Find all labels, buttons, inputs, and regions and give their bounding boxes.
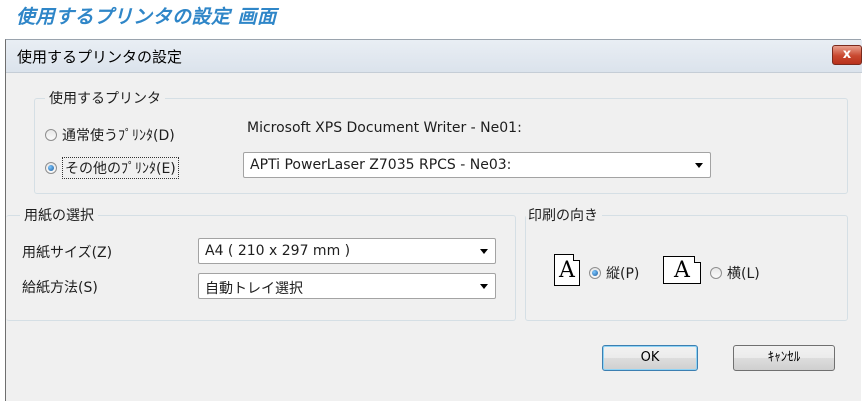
orientation-group-label: 印刷の向き bbox=[526, 205, 602, 225]
landscape-radio-label: 横(L) bbox=[727, 266, 760, 282]
chevron-down-icon bbox=[480, 284, 488, 289]
cancel-button[interactable]: ｷｬﾝｾﾙ bbox=[733, 345, 835, 371]
chevron-down-icon bbox=[695, 163, 703, 168]
printer-group: 使用するプリンタ 通常使うﾌﾟﾘﾝﾀ(D) Microsoft XPS Docu… bbox=[34, 88, 848, 194]
portrait-radio-button[interactable] bbox=[589, 267, 601, 279]
paper-feed-select-value: 自動トレイ選択 bbox=[205, 281, 303, 297]
paper-feed-select[interactable]: 自動トレイ選択 bbox=[198, 273, 496, 299]
orientation-group: 印刷の向き A 縦(P) A 横(L) bbox=[525, 205, 848, 321]
printer-group-label: 使用するプリンタ bbox=[45, 88, 165, 108]
paper-size-select-value: A4 ( 210 x 297 mm ) bbox=[205, 243, 351, 259]
other-printer-radio[interactable]: その他のﾌﾟﾘﾝﾀ(E) bbox=[45, 157, 179, 179]
paper-size-label: 用紙サイズ(Z) bbox=[22, 245, 113, 261]
page-caption: 使用するプリンタの設定 画面 bbox=[16, 6, 277, 28]
other-printer-radio-label: その他のﾌﾟﾘﾝﾀ(E) bbox=[62, 157, 179, 179]
landscape-radio-button[interactable] bbox=[710, 267, 722, 279]
landscape-radio[interactable]: 横(L) bbox=[710, 263, 760, 283]
landscape-icon-glyph: A bbox=[674, 258, 690, 283]
normal-printer-radio[interactable]: 通常使うﾌﾟﾘﾝﾀ(D) bbox=[45, 125, 175, 145]
paper-group: 用紙の選択 用紙サイズ(Z) A4 ( 210 x 297 mm ) 給紙方法(… bbox=[6, 205, 516, 321]
other-printer-select-value: APTi PowerLaser Z7035 RPCS - Ne03: bbox=[250, 157, 512, 173]
portrait-icon-glyph: A bbox=[559, 258, 575, 283]
normal-printer-radio-button[interactable] bbox=[45, 129, 57, 141]
close-button[interactable]: x bbox=[832, 45, 862, 65]
other-printer-select[interactable]: APTi PowerLaser Z7035 RPCS - Ne03: bbox=[243, 152, 711, 178]
other-printer-radio-button[interactable] bbox=[45, 162, 57, 174]
normal-printer-radio-label: 通常使うﾌﾟﾘﾝﾀ(D) bbox=[62, 128, 175, 144]
title-bar[interactable]: 使用するプリンタの設定 x bbox=[6, 40, 862, 73]
landscape-icon: A bbox=[663, 256, 701, 284]
portrait-radio[interactable]: 縦(P) bbox=[589, 263, 639, 283]
paper-feed-label: 給紙方法(S) bbox=[22, 280, 98, 296]
printer-settings-dialog: 使用するプリンタの設定 x 使用するプリンタ 通常使うﾌﾟﾘﾝﾀ(D) Micr… bbox=[5, 39, 862, 401]
page-corner-fold bbox=[694, 256, 701, 263]
dialog-title: 使用するプリンタの設定 bbox=[17, 48, 183, 66]
portrait-radio-label: 縦(P) bbox=[606, 266, 640, 282]
paper-group-label: 用紙の選択 bbox=[20, 205, 98, 225]
normal-printer-name: Microsoft XPS Document Writer - Ne01: bbox=[247, 120, 522, 136]
paper-size-select[interactable]: A4 ( 210 x 297 mm ) bbox=[198, 238, 496, 264]
ok-button[interactable]: OK bbox=[602, 345, 698, 371]
page-corner-fold bbox=[573, 254, 580, 261]
chevron-down-icon bbox=[480, 249, 488, 254]
close-icon: x bbox=[842, 47, 852, 62]
portrait-icon: A bbox=[554, 254, 580, 286]
